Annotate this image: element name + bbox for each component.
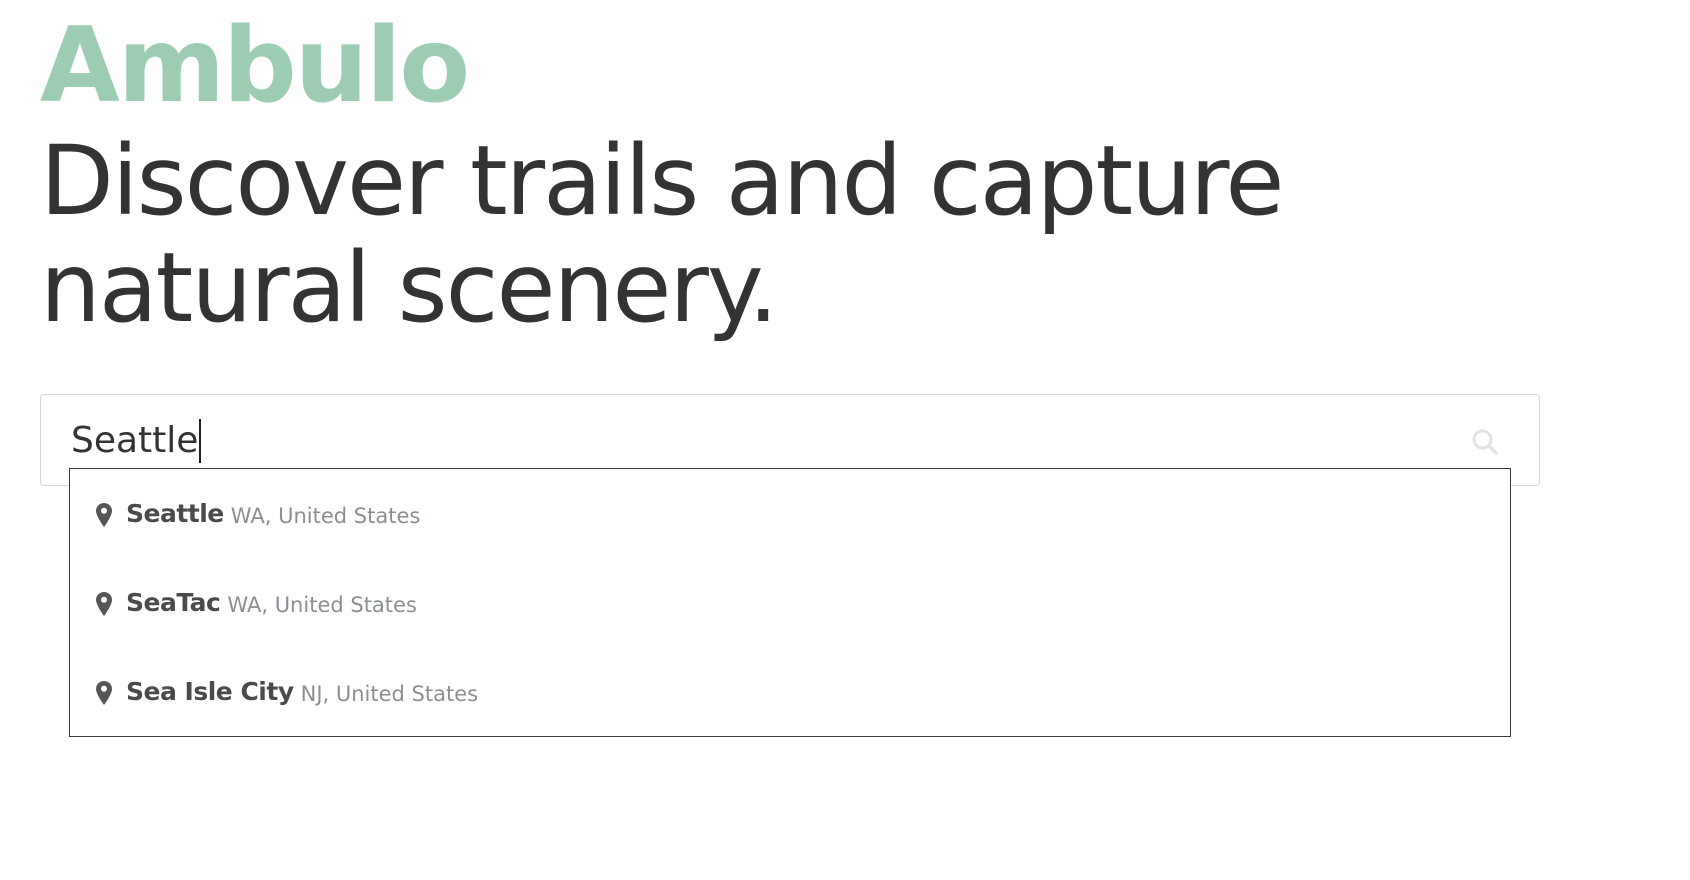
suggestion-item-sea-isle-city[interactable]: Sea Isle City NJ, United States bbox=[70, 659, 1510, 748]
page-title: Discover trails and capture natural scen… bbox=[40, 128, 1340, 342]
suggestion-region: WA, United States bbox=[227, 593, 417, 617]
search-icon[interactable] bbox=[1471, 428, 1499, 456]
suggestion-item-seatac[interactable]: SeaTac WA, United States bbox=[70, 570, 1510, 659]
suggestion-region: NJ, United States bbox=[300, 682, 479, 706]
suggestion-name: SeaTac bbox=[126, 588, 221, 617]
search-input-value: Seattle bbox=[71, 420, 199, 461]
headline-line-2: natural scenery. bbox=[40, 232, 779, 344]
text-caret bbox=[199, 419, 202, 463]
map-pin-icon bbox=[96, 503, 112, 527]
suggestion-name: Seattle bbox=[126, 499, 224, 528]
brand-logo: Ambulo bbox=[40, 6, 470, 126]
map-pin-icon bbox=[96, 592, 112, 616]
headline-line-1: Discover trails and capture bbox=[40, 125, 1284, 237]
search-input[interactable]: Seattle bbox=[71, 413, 1451, 469]
autocomplete-dropdown: Seattle WA, United States SeaTac WA, Uni… bbox=[69, 468, 1511, 737]
suggestion-item-seattle[interactable]: Seattle WA, United States bbox=[70, 481, 1510, 570]
map-pin-icon bbox=[96, 681, 112, 705]
suggestion-region: WA, United States bbox=[230, 504, 421, 528]
suggestion-name: Sea Isle City bbox=[126, 677, 294, 706]
